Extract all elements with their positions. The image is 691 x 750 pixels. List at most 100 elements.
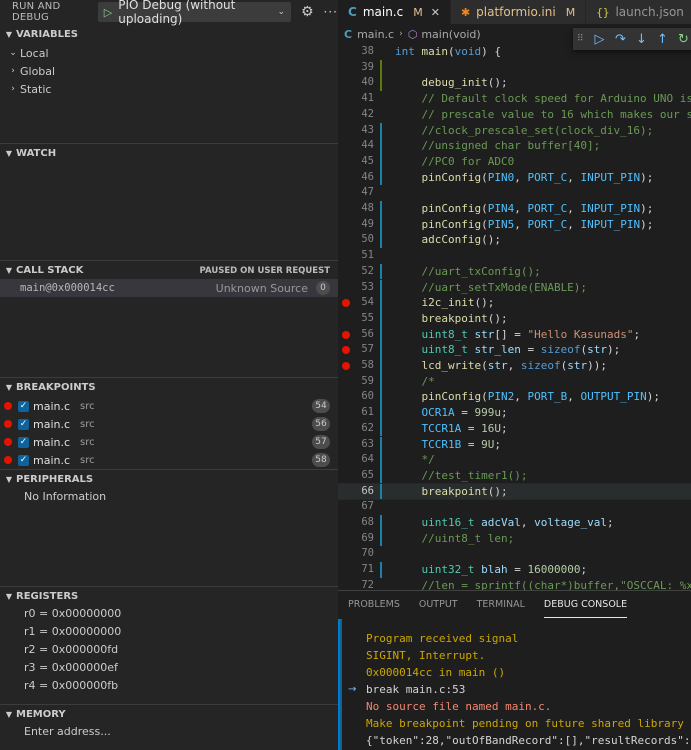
git-change-marker[interactable]	[380, 358, 382, 374]
tab-terminal[interactable]: TERMINAL	[477, 591, 525, 618]
git-change-marker[interactable]	[380, 515, 382, 531]
start-debugging-icon[interactable]: ▷	[104, 6, 112, 19]
git-change-marker[interactable]	[380, 326, 382, 343]
git-change-marker[interactable]	[380, 279, 382, 296]
git-change-marker[interactable]	[380, 153, 382, 170]
tab-main-c[interactable]: C main.c M ✕	[338, 0, 451, 24]
code-line[interactable]: 48 pinConfig(PIN4, PORT_C, INPUT_PIN);	[338, 201, 691, 217]
register-row[interactable]: r1 = 0x00000000	[24, 623, 121, 641]
variables-scope-global[interactable]: › Global	[0, 62, 338, 80]
git-change-marker[interactable]	[380, 467, 382, 484]
code-line[interactable]: 58 lcd_write(str, sizeof(str));	[338, 358, 691, 374]
git-change-marker[interactable]	[380, 138, 382, 154]
code-editor[interactable]: 38 int main(void) {39 40 debug_init(); 41 /…	[338, 44, 691, 590]
git-change-marker[interactable]	[380, 389, 382, 406]
breakpoint-enabled-checkbox[interactable]: ✓	[18, 418, 29, 430]
continue-icon[interactable]: ▷	[589, 29, 610, 49]
breakpoint-item[interactable]: ✓ main.c src 54	[0, 397, 338, 415]
git-change-marker[interactable]	[380, 405, 382, 421]
breadcrumb-file[interactable]: main.c	[357, 28, 394, 41]
breakpoint-enabled-checkbox[interactable]: ✓	[18, 454, 29, 466]
code-line[interactable]: 57 uint8_t str_len = sizeof(str);	[338, 342, 691, 358]
watch-section-header[interactable]: ▼ WATCH	[0, 143, 338, 163]
breakpoints-section-header[interactable]: ▼ BREAKPOINTS	[0, 377, 338, 397]
git-change-marker[interactable]	[380, 452, 382, 468]
git-change-marker[interactable]	[380, 232, 382, 249]
code-line[interactable]: 52 //uart_txConfig();	[338, 263, 691, 280]
code-line[interactable]: 45 //PC0 for ADC0	[338, 153, 691, 170]
tab-problems[interactable]: PROBLEMS	[348, 591, 400, 618]
memory-section-header[interactable]: ▼ MEMORY	[0, 704, 338, 724]
code-line[interactable]: 62 TCCR1A = 16U;	[338, 420, 691, 437]
variables-scope-local[interactable]: ⌄ Local	[0, 44, 338, 62]
code-line[interactable]: 67	[338, 499, 691, 515]
code-line[interactable]: 69 //uint8_t len;	[338, 530, 691, 547]
git-change-marker[interactable]	[380, 75, 382, 92]
code-line[interactable]: 61 OCR1A = 999u;	[338, 405, 691, 421]
breakpoint-item[interactable]: ✓ main.c src 57	[0, 433, 338, 451]
tab-debug-console[interactable]: DEBUG CONSOLE	[543, 591, 628, 618]
code-line[interactable]: 59 /*	[338, 373, 691, 390]
debug-console[interactable]: Program received signal SIGINT, Interrupt…	[338, 619, 691, 750]
git-change-marker[interactable]	[380, 263, 382, 280]
git-change-marker[interactable]	[380, 59, 382, 76]
git-change-marker[interactable]	[380, 295, 382, 311]
registers-section-header[interactable]: ▼ REGISTERS	[0, 586, 338, 606]
breakpoint-enabled-checkbox[interactable]: ✓	[18, 400, 29, 412]
register-row[interactable]: r2 = 0x000000fd	[24, 641, 118, 659]
code-line[interactable]: 50 adcConfig();	[338, 232, 691, 249]
memory-address-input[interactable]: Enter address...	[24, 725, 111, 738]
tab-output[interactable]: OUTPUT	[419, 591, 458, 618]
gear-icon[interactable]: ⚙	[301, 4, 314, 20]
git-change-marker[interactable]	[380, 216, 382, 233]
code-line[interactable]: 72 //len = sprintf((char*)buffer,"OSCCAL…	[338, 578, 691, 590]
stack-frame[interactable]: main@0x000014cc Unknown Source 0	[0, 279, 338, 297]
code-line[interactable]: 54 i2c_init();	[338, 295, 691, 311]
code-line[interactable]: 44 //unsigned char buffer[40];	[338, 138, 691, 154]
code-line[interactable]: 60 pinConfig(PIN2, PORT_B, OUTPUT_PIN);	[338, 389, 691, 406]
code-line[interactable]: 46 pinConfig(PIN0, PORT_C, INPUT_PIN);	[338, 169, 691, 186]
code-line[interactable]: 63 TCCR1B = 9U;	[338, 436, 691, 453]
tab-platformio-ini[interactable]: ✱ platformio.ini M	[450, 0, 587, 24]
register-row[interactable]: r0 = 0x00000000	[24, 605, 121, 623]
git-change-marker[interactable]	[380, 310, 382, 327]
code-line[interactable]: 53 //uart_setTxMode(ENABLE);	[338, 279, 691, 296]
code-line[interactable]: 51	[338, 248, 691, 264]
step-over-icon[interactable]: ↷	[610, 29, 631, 49]
register-row[interactable]: r3 = 0x000000ef	[24, 659, 118, 677]
git-change-marker[interactable]	[380, 436, 382, 453]
breakpoint-enabled-checkbox[interactable]: ✓	[18, 436, 29, 448]
code-line[interactable]: 70	[338, 546, 691, 562]
git-change-marker[interactable]	[380, 201, 382, 217]
code-line[interactable]: 55 breakpoint();	[338, 310, 691, 327]
call-stack-section-header[interactable]: ▼ CALL STACK PAUSED ON USER REQUEST	[0, 260, 338, 280]
git-change-marker[interactable]	[380, 169, 382, 186]
variables-section-header[interactable]: ▼ VARIABLES	[0, 24, 338, 44]
code-line[interactable]: 42 // prescale value to 16 which makes o…	[338, 107, 691, 123]
code-line[interactable]: 66 breakpoint();	[338, 482, 691, 501]
register-row[interactable]: r4 = 0x000000fb	[24, 677, 118, 695]
step-into-icon[interactable]: ↓	[631, 29, 652, 49]
code-line[interactable]: 49 pinConfig(PIN5, PORT_C, INPUT_PIN);	[338, 216, 691, 233]
step-out-icon[interactable]: ↑	[652, 29, 673, 49]
code-line[interactable]: 68 uint16_t adcVal, voltage_val;	[338, 515, 691, 531]
code-line[interactable]: 56 uint8_t str[] = "Hello Kasunads";	[338, 326, 691, 343]
tab-launch-json[interactable]: {} launch.json	[586, 0, 691, 24]
code-line[interactable]: 40 debug_init();	[338, 75, 691, 92]
restart-icon[interactable]: ↻	[673, 29, 691, 49]
close-icon[interactable]: ✕	[431, 6, 440, 19]
git-change-marker[interactable]	[380, 483, 382, 500]
code-line[interactable]: 64 */	[338, 452, 691, 468]
launch-config-select[interactable]: ▷ PIO Debug (without uploading) ⌄	[97, 0, 291, 26]
code-line[interactable]: 65 //test_timer1();	[338, 467, 691, 484]
breakpoint-item[interactable]: ✓ main.c src 56	[0, 415, 338, 433]
git-change-marker[interactable]	[380, 373, 382, 390]
git-change-marker[interactable]	[380, 420, 382, 437]
drag-handle-icon[interactable]: ⠿	[577, 34, 589, 44]
git-change-marker[interactable]	[380, 342, 382, 358]
breakpoint-item[interactable]: ✓ main.c src 58	[0, 451, 338, 469]
breadcrumb-symbol[interactable]: main(void)	[421, 28, 480, 41]
code-line[interactable]: 43 //clock_prescale_set(clock_div_16);	[338, 122, 691, 139]
more-actions-icon[interactable]: ···	[324, 5, 338, 19]
code-line[interactable]: 41 // Default clock speed for Arduino UN…	[338, 91, 691, 107]
